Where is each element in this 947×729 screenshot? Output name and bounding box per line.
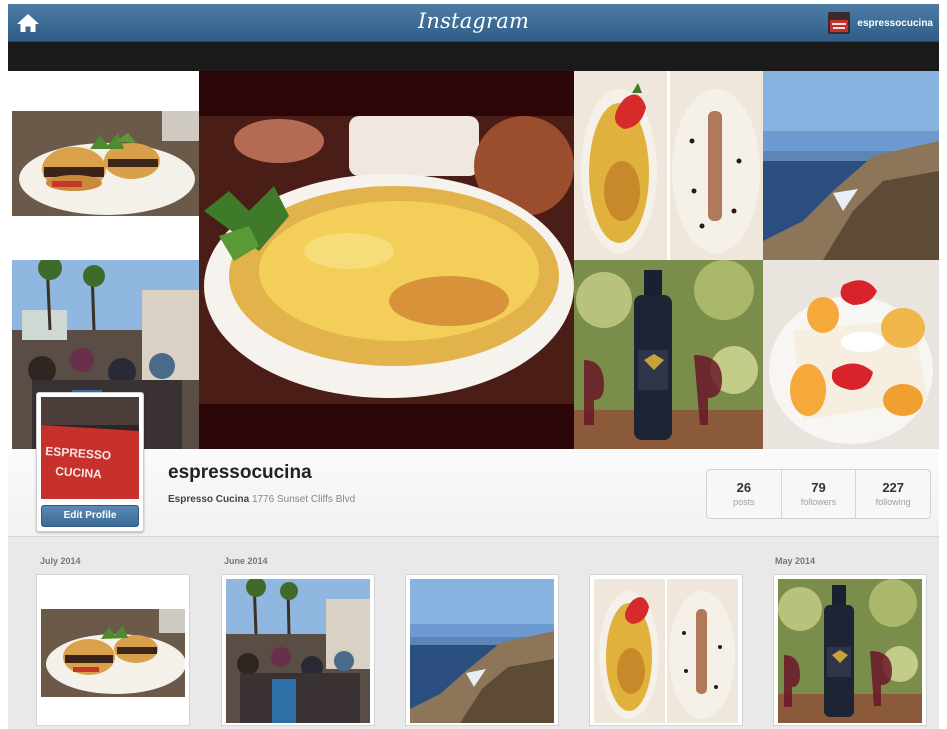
feed-photo-card[interactable]	[773, 574, 927, 726]
stat-followers-label: followers	[800, 497, 837, 507]
stat-following-label: following	[875, 497, 911, 507]
stat-posts-value: 26	[736, 480, 752, 495]
cover-photo-mosaic	[8, 71, 939, 449]
feed-photo-card[interactable]	[589, 574, 743, 726]
stat-posts-label: posts	[733, 497, 755, 507]
cover-photo-wine[interactable]	[574, 260, 763, 449]
feed-photo	[41, 609, 185, 697]
feed-photo-card[interactable]	[405, 574, 559, 726]
user-menu[interactable]: espressocucina	[828, 12, 933, 34]
header-username: espressocucina	[857, 17, 933, 29]
stat-followers-value: 79	[811, 480, 826, 495]
cover-photo-sliders[interactable]	[12, 71, 199, 260]
cover-photo-creme-brulee[interactable]	[574, 71, 763, 260]
cover-photo-mac-and-cheese[interactable]	[199, 71, 574, 449]
month-label: May 2014	[775, 556, 816, 566]
profile-username: espressocucina	[168, 462, 312, 483]
feed-photo	[226, 579, 370, 723]
profile-avatar-card: ESPRESSO CUCINA Edit Profile	[36, 392, 144, 532]
feed-photo-card[interactable]	[36, 574, 190, 726]
header-divider	[8, 42, 939, 71]
profile-address[interactable]: 1776 Sunset Cliffs Blvd	[252, 494, 355, 505]
cover-photo-cake[interactable]	[763, 260, 939, 449]
month-label: July 2014	[40, 556, 81, 566]
feed-photo	[410, 579, 554, 723]
feed-photo	[594, 579, 738, 723]
stat-following-value: 227	[882, 480, 905, 495]
profile-bio: Espresso Cucina 1776 Sunset Cliffs Blvd	[168, 494, 355, 505]
month-label: June 2014	[224, 556, 268, 566]
stat-followers[interactable]: 79 followers	[782, 470, 857, 518]
profile-avatar[interactable]: ESPRESSO CUCINA	[41, 397, 139, 499]
stat-following[interactable]: 227 following	[856, 470, 930, 518]
edit-profile-button[interactable]: Edit Profile	[41, 505, 139, 527]
profile-stats: 26 posts 79 followers 227 following	[706, 469, 931, 519]
cover-photo-ocean-cliffs[interactable]	[763, 71, 939, 260]
user-avatar	[828, 12, 851, 34]
feed-photo-card[interactable]	[221, 574, 375, 726]
app-frame: Instagram espressocucina ESPRESSO CUCINA…	[8, 4, 939, 729]
profile-full-name: Espresso Cucina	[168, 494, 250, 505]
feed-photo	[778, 579, 922, 723]
top-bar: Instagram espressocucina	[8, 4, 939, 42]
stat-posts[interactable]: 26 posts	[707, 470, 782, 518]
instagram-logo[interactable]: Instagram	[8, 9, 939, 33]
